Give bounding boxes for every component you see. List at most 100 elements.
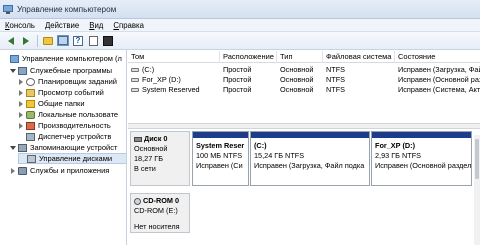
back-button[interactable] (5, 35, 17, 47)
disk-icon (27, 154, 36, 163)
partition-name: System Reser (196, 141, 245, 150)
disk-0-label[interactable]: Диск 0 Основной 18,27 ГБ В сети (130, 131, 190, 186)
tree-item-device-manager[interactable]: Диспетчер устройств (18, 131, 111, 142)
collapse-arrow-icon[interactable] (18, 111, 24, 118)
perf-icon (26, 121, 35, 130)
cdrom-kind: CD-ROM (E:) (134, 206, 178, 215)
layout-cell: Простой (223, 85, 252, 94)
layout-cell: Простой (223, 65, 252, 74)
file-system-cell: NTFS (326, 75, 346, 84)
menu-view[interactable]: Вид (84, 19, 108, 32)
disk-kind: Основной (134, 144, 168, 153)
toolbar-separator (37, 34, 38, 47)
disk-0-title: Диск 0 (134, 134, 186, 144)
tree-item-disk-management[interactable]: Управление дисками (18, 153, 126, 164)
expand-arrow-icon[interactable] (10, 145, 16, 151)
scrollbar-thumb[interactable] (475, 139, 479, 179)
up-button[interactable] (42, 35, 54, 47)
storage-icon (18, 143, 27, 152)
table-row[interactable]: System Reserved Простой Основной NTFS Ис… (128, 85, 480, 95)
partition-d[interactable]: For_XP (D:) 2,93 ГБ NTFS Исправен (Основ… (371, 131, 472, 186)
status-cell: Исправен (Основной раздел) (398, 75, 480, 84)
computer-management-icon (3, 4, 13, 14)
clock-icon (26, 77, 35, 86)
column-header-type[interactable]: Тип (277, 51, 323, 63)
menu-help[interactable]: Справка (108, 19, 149, 32)
menu-action[interactable]: Действие (40, 19, 84, 32)
services-icon (18, 166, 27, 175)
tree-item-label: Общие папки (38, 99, 85, 108)
forward-button[interactable] (20, 35, 32, 47)
partition-status: Исправен (Загрузка, Файл подка (254, 161, 365, 170)
tree-item-label: Службы и приложения (30, 166, 110, 175)
properties-button[interactable] (87, 35, 99, 47)
tree-item-performance[interactable]: Производительность (18, 120, 111, 131)
partition-name: (C:) (254, 141, 267, 150)
file-system-cell: NTFS (326, 85, 346, 94)
column-header-layout[interactable]: Расположение (220, 51, 277, 63)
vertical-scrollbar[interactable] (474, 135, 480, 245)
expander-icon (18, 134, 24, 140)
table-row[interactable]: For_XP (D:) Простой Основной NTFS Исправ… (128, 75, 480, 85)
console-tree: Управление компьютером (л Служебные прог… (0, 50, 127, 245)
status-cell: Исправен (Загрузка, Файл подк (398, 65, 480, 74)
title-bar: Управление компьютером (0, 0, 480, 19)
volume-name-cell: (C:) (128, 65, 220, 75)
table-row[interactable]: (C:) Простой Основной NTFS Исправен (Заг… (128, 65, 480, 75)
cdrom-state: Нет носителя (134, 222, 180, 231)
layout-cell: Простой (223, 75, 252, 84)
volume-list-header: Том Расположение Тип Файловая система Со… (128, 51, 480, 63)
partition-status: Исправен (Основной раздел) (375, 161, 472, 170)
tree-item-label: Управление дисками (39, 154, 113, 163)
partition-system-reserved[interactable]: System Reser 100 МБ NTFS Исправен (Си (192, 131, 249, 186)
tree-item-storage[interactable]: Запоминающие устройст (10, 142, 117, 153)
collapse-arrow-icon[interactable] (18, 89, 24, 96)
column-header-volume[interactable]: Том (128, 51, 220, 63)
tree-item-label: Производительность (38, 121, 111, 130)
type-cell: Основной (280, 75, 314, 84)
event-icon (26, 88, 35, 97)
disk-graph-view: Диск 0 Основной 18,27 ГБ В сети System R… (128, 129, 480, 245)
volume-name-cell: For_XP (D:) (128, 75, 220, 85)
tree-item-task-scheduler[interactable]: Планировщик заданий (18, 76, 117, 87)
menu-bar: Консоль Действие Вид Справка (0, 19, 480, 32)
partition-info: 100 МБ NTFS (196, 151, 243, 160)
tree-item-services-apps[interactable]: Службы и приложения (10, 165, 109, 176)
help-icon: ? (73, 35, 83, 46)
volume-list: (C:) Простой Основной NTFS Исправен (Заг… (128, 63, 480, 123)
tree-root[interactable]: Управление компьютером (л (2, 53, 122, 64)
export-icon (103, 35, 113, 46)
column-header-file-system[interactable]: Файловая система (323, 51, 395, 63)
expander-icon (19, 156, 25, 162)
forward-arrow-icon (23, 36, 29, 45)
column-header-status[interactable]: Состояние (395, 51, 480, 63)
tree-item-event-viewer[interactable]: Просмотр событий (18, 87, 104, 98)
window-title: Управление компьютером (17, 4, 117, 14)
hard-disk-icon (134, 136, 142, 142)
drive-icon (131, 68, 139, 73)
expand-arrow-icon[interactable] (10, 68, 16, 74)
partition-status: Исправен (Си (196, 161, 243, 170)
partition-info: 15,24 ГБ NTFS (254, 151, 305, 160)
tree-item-shared-folders[interactable]: Общие папки (18, 98, 85, 109)
cdrom-0-label[interactable]: CD-ROM 0 CD-ROM (E:) Нет носителя (130, 193, 190, 233)
menu-console[interactable]: Консоль (0, 19, 40, 32)
type-cell: Основной (280, 65, 314, 74)
file-system-cell: NTFS (326, 65, 346, 74)
partition-c[interactable]: (C:) 15,24 ГБ NTFS Исправен (Загрузка, Ф… (250, 131, 370, 186)
export-button[interactable] (102, 35, 114, 47)
collapse-arrow-icon[interactable] (10, 167, 16, 174)
up-folder-icon (43, 36, 53, 45)
volume-name-cell: System Reserved (128, 85, 220, 95)
tree-item-local-users[interactable]: Локальные пользовате (18, 109, 118, 120)
tree-item-label: Диспетчер устройств (38, 132, 112, 141)
help-button[interactable]: ? (72, 35, 84, 47)
properties-icon (88, 35, 98, 46)
tools-icon (18, 66, 27, 75)
show-hide-tree-button[interactable] (57, 35, 69, 47)
collapse-arrow-icon[interactable] (18, 78, 24, 85)
tree-item-label: Запоминающие устройст (30, 143, 118, 152)
collapse-arrow-icon[interactable] (18, 100, 24, 107)
tree-item-system-tools[interactable]: Служебные программы (10, 65, 112, 76)
collapse-arrow-icon[interactable] (18, 122, 24, 129)
